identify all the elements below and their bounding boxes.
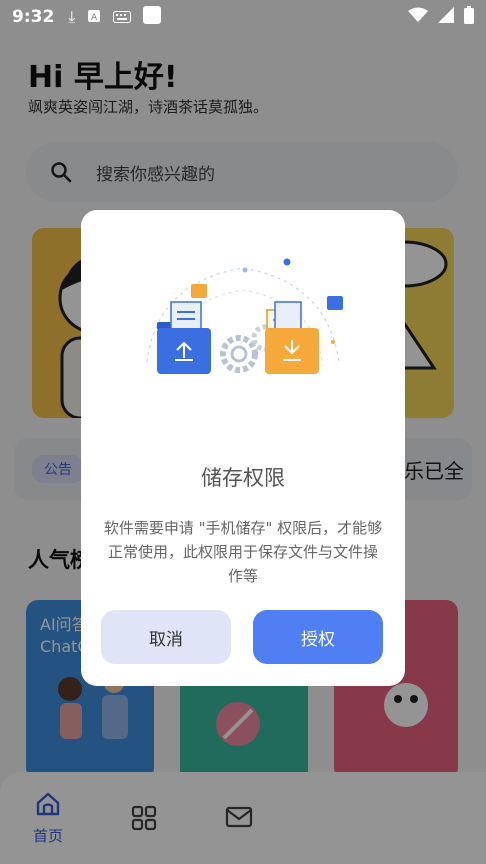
a-icon: A	[87, 8, 101, 27]
square-icon	[143, 6, 162, 28]
permission-dialog: 储存权限 软件需要申请 "手机储存" 权限后，才能够正常使用，此权限用于保存文件…	[81, 210, 405, 686]
svg-text:A: A	[91, 13, 98, 23]
dialog-title: 储存权限	[201, 466, 285, 490]
signal-icon	[438, 6, 454, 28]
battery-icon	[464, 5, 474, 29]
storage-illustration	[146, 258, 343, 374]
status-bar: 9:32 ⤓ A	[0, 0, 486, 34]
cancel-button[interactable]: 取消	[101, 610, 231, 664]
keyboard-icon	[113, 8, 132, 27]
status-time: 9:32	[12, 7, 55, 27]
authorize-button[interactable]: 授权	[253, 610, 383, 664]
dialog-message: 软件需要申请 "手机储存" 权限后，才能够正常使用，此权限用于保存文件与文件操作…	[103, 519, 383, 585]
download-icon: ⤓	[68, 7, 76, 26]
status-right	[408, 5, 474, 29]
wifi-icon	[408, 7, 428, 28]
